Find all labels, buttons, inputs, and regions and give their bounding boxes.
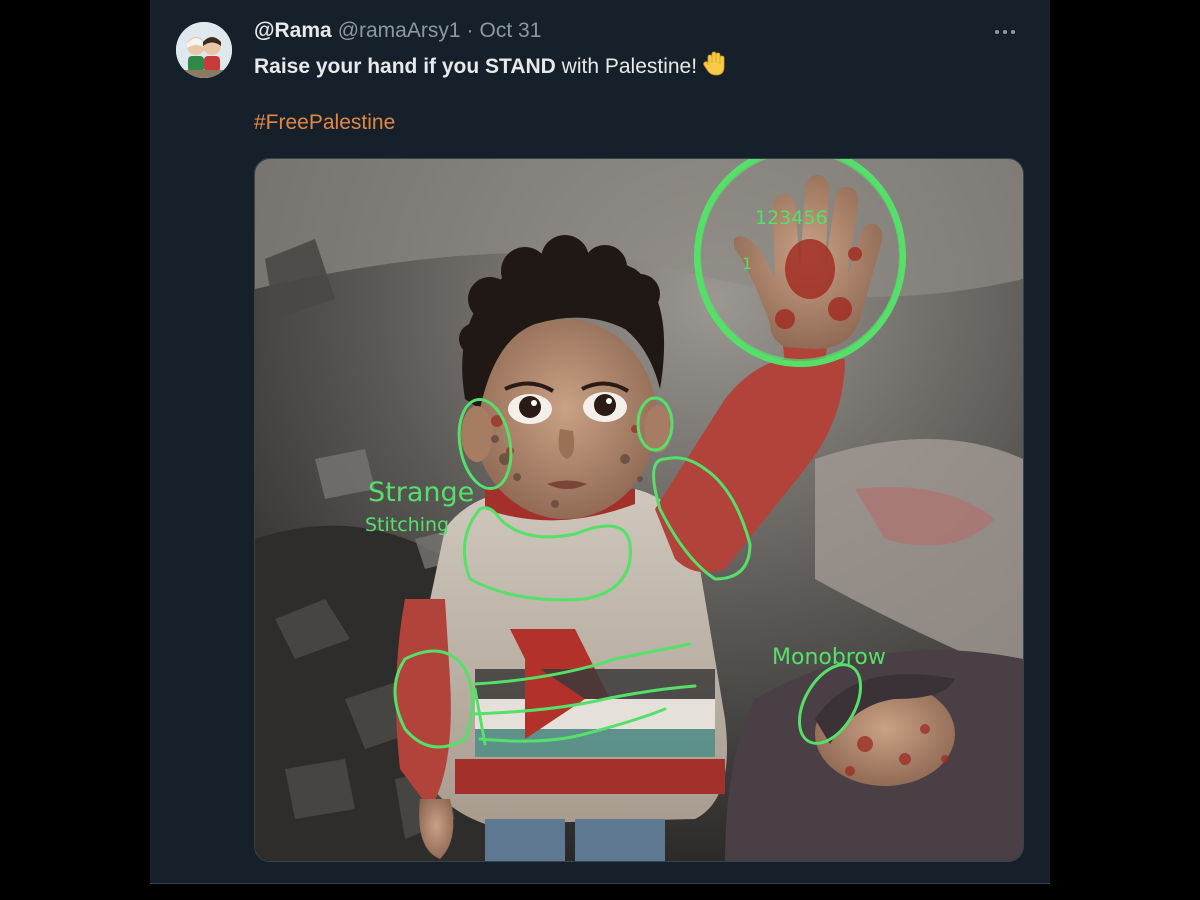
user-handle[interactable]: @ramaArsy1 — [338, 18, 461, 44]
avatar[interactable] — [176, 22, 232, 78]
more-horizontal-icon — [995, 30, 999, 34]
finger-numbers-label: 123456 — [755, 207, 828, 229]
thumb-number-label: 1 — [742, 254, 752, 273]
monobrow-label: Monobrow — [772, 645, 886, 670]
tweet-image[interactable]: 123456 1 Strange Stitching Monobrow — [254, 158, 1024, 862]
tweet-card[interactable]: @Rama @ramaArsy1 · Oct 31 Raise your han… — [150, 0, 1050, 884]
display-name[interactable]: @Rama — [254, 18, 332, 44]
raised-hand-icon — [703, 51, 727, 84]
tweet-text-bold: Raise your hand if you STAND — [254, 55, 556, 78]
separator-dot: · — [466, 19, 474, 42]
stitching-label: Stitching — [365, 514, 449, 536]
hashtag-link[interactable]: #FreePalestine — [254, 110, 395, 136]
more-options-button[interactable] — [988, 18, 1022, 46]
strange-label: Strange — [368, 477, 474, 508]
tweet-text-rest: with Palestine! — [555, 55, 698, 78]
tweet-header: @Rama @ramaArsy1 · Oct 31 — [254, 18, 541, 44]
photo-illustration: 123456 1 Strange Stitching Monobrow — [255, 159, 1023, 861]
tweet-date[interactable]: Oct 31 — [480, 18, 542, 44]
tweet-text: Raise your hand if you STAND with Palest… — [254, 51, 1014, 84]
